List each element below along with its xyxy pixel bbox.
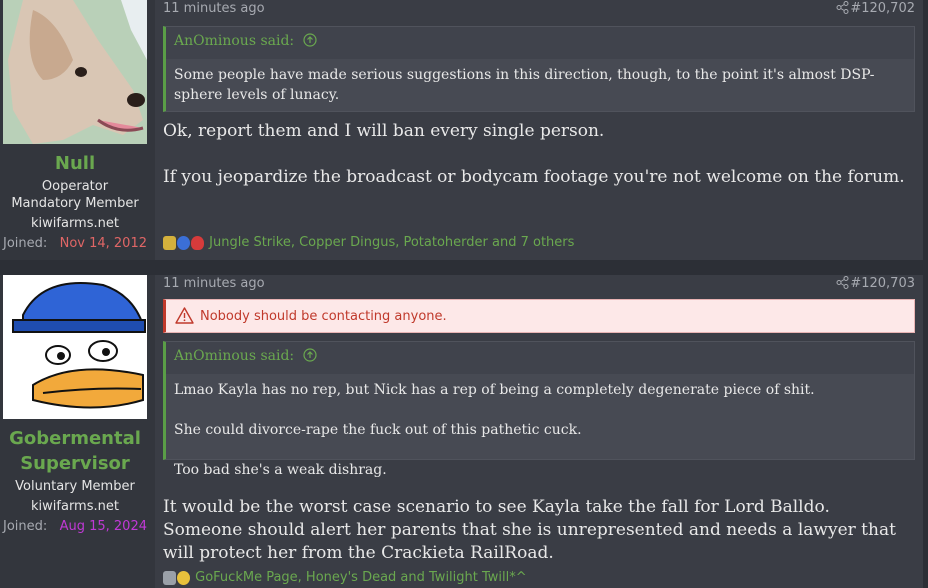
user-site: kiwifarms.net bbox=[31, 216, 119, 231]
heart-icon bbox=[191, 235, 204, 250]
username[interactable]: Null bbox=[0, 151, 150, 176]
quote-author-name[interactable]: AnOminous said: bbox=[174, 33, 294, 49]
joined-label: Joined: bbox=[3, 519, 48, 534]
quote-text: Some people have made serious suggestion… bbox=[166, 59, 914, 111]
user-site: kiwifarms.net bbox=[31, 499, 119, 514]
quote-line: Lmao Kayla has no rep, but Nick has a re… bbox=[174, 382, 815, 398]
post-body-line: It would be the worst case scenario to s… bbox=[163, 497, 896, 563]
quote-arrow-up-icon[interactable] bbox=[303, 33, 317, 51]
user-title: Ooperator bbox=[41, 179, 109, 194]
quote-line: Too bad she's a weak dishrag. bbox=[174, 462, 387, 478]
warning-triangle-icon bbox=[175, 307, 194, 324]
warning-text: Nobody should be contacting anyone. bbox=[200, 309, 447, 324]
info-icon bbox=[177, 235, 190, 250]
post: Null Ooperator Mandatory Member kiwifarm… bbox=[0, 0, 923, 260]
username-text[interactable]: Gobermental Supervisor bbox=[9, 428, 141, 474]
joined-date: Nov 14, 2012 bbox=[59, 236, 147, 251]
reactions-text[interactable]: GoFuckMe Page, Honey's Dead and Twilight… bbox=[195, 570, 527, 585]
avatar[interactable] bbox=[3, 275, 147, 419]
quote-author-name[interactable]: AnOminous said: bbox=[174, 348, 294, 364]
reactions-bar[interactable]: Jungle Strike, Copper Dingus, Potatoherd… bbox=[163, 235, 574, 250]
share-icon[interactable] bbox=[836, 1, 849, 18]
post-time[interactable]: 11 minutes ago bbox=[163, 276, 265, 291]
staff-warning-notice: Nobody should be contacting anyone. bbox=[163, 299, 915, 333]
username[interactable]: Gobermental Supervisor bbox=[0, 426, 150, 476]
post: Gobermental Supervisor Voluntary Member … bbox=[0, 275, 923, 588]
post-number-link[interactable]: #120,703 bbox=[850, 276, 915, 291]
thinking-face-icon bbox=[177, 570, 190, 585]
reactions-bar[interactable]: GoFuckMe Page, Honey's Dead and Twilight… bbox=[163, 570, 527, 585]
joined-label: Joined: bbox=[3, 236, 48, 251]
reactions-text[interactable]: Jungle Strike, Copper Dingus, Potatoherd… bbox=[209, 235, 574, 250]
post-time[interactable]: 11 minutes ago bbox=[163, 1, 265, 16]
medal-icon bbox=[163, 235, 176, 250]
post-body-line: Ok, report them and I will ban every sin… bbox=[163, 121, 605, 141]
user-title: Voluntary Member bbox=[15, 479, 135, 494]
quote-block: AnOminous said: Lmao Kayla has no rep, b… bbox=[163, 341, 915, 478]
quote-author[interactable]: AnOminous said: bbox=[166, 342, 914, 370]
user-info-panel: Null Ooperator Mandatory Member kiwifarm… bbox=[0, 0, 155, 260]
quote-block: AnOminous said: Some people have made se… bbox=[163, 26, 915, 112]
quote-line: She could divorce-rape the fuck out of t… bbox=[174, 422, 582, 438]
post-number-link[interactable]: #120,702 bbox=[850, 1, 915, 16]
user-info-panel: Gobermental Supervisor Voluntary Member … bbox=[0, 275, 155, 588]
quote-arrow-up-icon[interactable] bbox=[303, 348, 317, 366]
user-banner: Mandatory Member bbox=[11, 196, 139, 211]
quote-author[interactable]: AnOminous said: bbox=[166, 27, 914, 55]
share-icon[interactable] bbox=[836, 276, 849, 293]
post-body-line: If you jeopardize the broadcast or bodyc… bbox=[163, 167, 905, 187]
joined-date: Aug 15, 2024 bbox=[59, 519, 147, 534]
avatar[interactable] bbox=[3, 0, 147, 144]
quote-text: Lmao Kayla has no rep, but Nick has a re… bbox=[166, 374, 914, 478]
trash-can-icon bbox=[163, 570, 176, 585]
